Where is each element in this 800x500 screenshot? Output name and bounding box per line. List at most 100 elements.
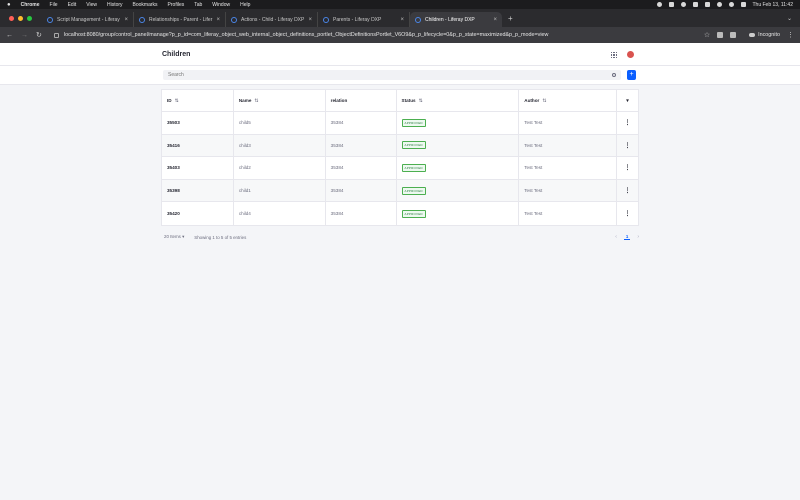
items-per-page-dropdown[interactable]: 20 Items ▾ [164,234,184,240]
address-bar[interactable]: localhost:8080/group/control_panel/manag… [50,30,696,41]
control-center-icon[interactable] [740,2,746,7]
cell-relation: 35384 [326,157,397,179]
close-tab-icon[interactable]: × [308,17,312,23]
menu-edit[interactable]: Edit [68,2,77,8]
entry-name: child3 [238,142,251,148]
row-actions-button[interactable]: ⋮ [617,112,638,134]
entry-id[interactable]: 35503 [167,120,180,125]
browser-menu-icon[interactable]: ⋮ [787,31,794,39]
column-header-status[interactable]: Status ⇅ [397,90,520,111]
pagination-summary: Showing 1 to 5 of 5 entries [194,234,247,240]
menu-help[interactable]: Help [240,2,250,8]
sort-icon[interactable]: ⇅ [542,98,546,104]
search-icon[interactable] [612,73,616,77]
record-icon[interactable] [656,2,662,7]
site-info-icon[interactable] [53,32,59,38]
menu-history[interactable]: History [107,2,123,8]
entry-id[interactable]: 35420 [167,211,180,216]
sort-icon[interactable]: ⇅ [419,98,423,104]
macos-menubar: ● Chrome File Edit View History Bookmark… [0,0,800,9]
column-header-relation: relation [326,90,397,111]
bookmark-star-icon[interactable]: ☆ [704,31,710,39]
sort-icon[interactable]: ⇅ [175,98,179,104]
entry-name: child5 [238,120,251,126]
menu-chrome[interactable]: Chrome [21,2,40,8]
extension-status-icon[interactable] [692,2,698,7]
pagination-bar: 20 Items ▾ Showing 1 to 5 of 5 entries ‹… [164,233,639,241]
spotlight-icon[interactable] [728,2,734,7]
entry-name: child2 [238,165,251,171]
incognito-badge[interactable]: Incognito [749,32,780,38]
applications-menu-icon[interactable] [611,52,617,58]
url-text[interactable]: localhost:8080/group/control_panel/manag… [64,32,549,38]
new-tab-button[interactable]: + [502,14,519,27]
tab-search-chevron-icon[interactable]: ⌄ [779,15,800,27]
cell-author: Test Test [519,157,618,179]
column-label: Author [524,98,540,103]
entry-id[interactable]: 35416 [167,143,180,148]
entry-id[interactable]: 35398 [167,188,180,193]
side-panel-icon[interactable] [730,32,737,38]
close-window-button[interactable] [9,16,14,21]
entry-author: Test Test [524,165,543,171]
back-arrow-icon[interactable]: ← [6,32,13,39]
close-tab-icon[interactable]: × [124,17,128,23]
forward-arrow-icon[interactable]: → [21,32,28,39]
battery-icon[interactable] [704,2,710,7]
table-row[interactable]: 35503 child5 35384 APPROVED Test Test ⋮ [162,112,638,135]
extension-icon[interactable] [717,32,724,38]
menu-file[interactable]: File [50,2,58,8]
kebab-menu-icon: ⋮ [624,120,631,127]
menu-bookmarks[interactable]: Bookmarks [133,2,158,8]
next-page-chevron-icon[interactable]: › [637,234,639,240]
cell-author: Test Test [519,202,618,225]
menubar-datetime[interactable]: Thu Feb 13, 11:42 [753,2,794,8]
row-actions-button[interactable]: ⋮ [617,180,638,202]
menu-tab[interactable]: Tab [194,2,202,8]
table-row[interactable]: 35398 child1 35384 APPROVED Test Test ⋮ [162,179,638,203]
wifi-icon[interactable] [716,2,722,7]
menu-profiles[interactable]: Profiles [168,2,185,8]
column-options-button[interactable]: ▾ [617,90,638,111]
sort-icon[interactable]: ⇅ [254,98,258,104]
entry-relation: 35384 [330,211,344,217]
apple-icon[interactable]: ● [7,2,11,8]
browser-tab-parents[interactable]: Parents - Liferay DXP × [318,12,410,27]
browser-tab-children[interactable]: Children - Liferay DXP × [410,12,502,27]
close-tab-icon[interactable]: × [216,17,220,23]
menu-view[interactable]: View [86,2,97,8]
column-header-author[interactable]: Author ⇅ [519,90,618,111]
browser-tab-relationships[interactable]: Relationships - Parent - Lifer × [134,12,226,27]
row-actions-button[interactable]: ⋮ [617,157,638,179]
column-header-id[interactable]: ID ⇅ [162,90,234,111]
add-button[interactable]: + [627,70,636,80]
close-tab-icon[interactable]: × [493,17,497,23]
browser-tab-actions[interactable]: Actions - Child - Liferay DXP × [226,12,318,27]
row-actions-button[interactable]: ⋮ [617,135,638,157]
row-actions-button[interactable]: ⋮ [617,202,638,225]
table-row[interactable]: 35403 child2 35384 APPROVED Test Test ⋮ [162,157,638,180]
user-avatar[interactable] [627,51,634,58]
search-input[interactable] [163,70,621,80]
column-label: ID [167,98,172,103]
entry-id[interactable]: 35403 [167,165,180,170]
previous-page-chevron-icon[interactable]: ‹ [615,234,617,240]
cell-author: Test Test [519,134,618,157]
close-tab-icon[interactable]: × [400,17,404,23]
table-row[interactable]: 35416 child3 35384 APPROVED Test Test ⋮ [162,134,638,158]
page-button-current[interactable]: 1 [623,234,631,240]
entry-author: Test Test [524,211,543,217]
app-status-icon[interactable] [668,2,674,7]
table-row[interactable]: 35420 child4 35384 APPROVED Test Test ⋮ [162,202,638,225]
caret-down-icon: ▾ [182,234,185,239]
menu-window[interactable]: Window [212,2,230,8]
pager: ‹ 1 › [615,234,639,240]
cell-name: child3 [234,134,326,157]
reload-icon[interactable]: ↻ [36,31,42,39]
zoom-window-button[interactable] [27,16,32,21]
minimize-window-button[interactable] [18,16,23,21]
tab-title: Actions - Child - Liferay DXP [241,16,305,23]
cloud-icon[interactable] [680,2,686,7]
browser-tab-script-management[interactable]: Script Management - Liferay × [42,12,134,27]
column-header-name[interactable]: Name ⇅ [234,90,326,111]
